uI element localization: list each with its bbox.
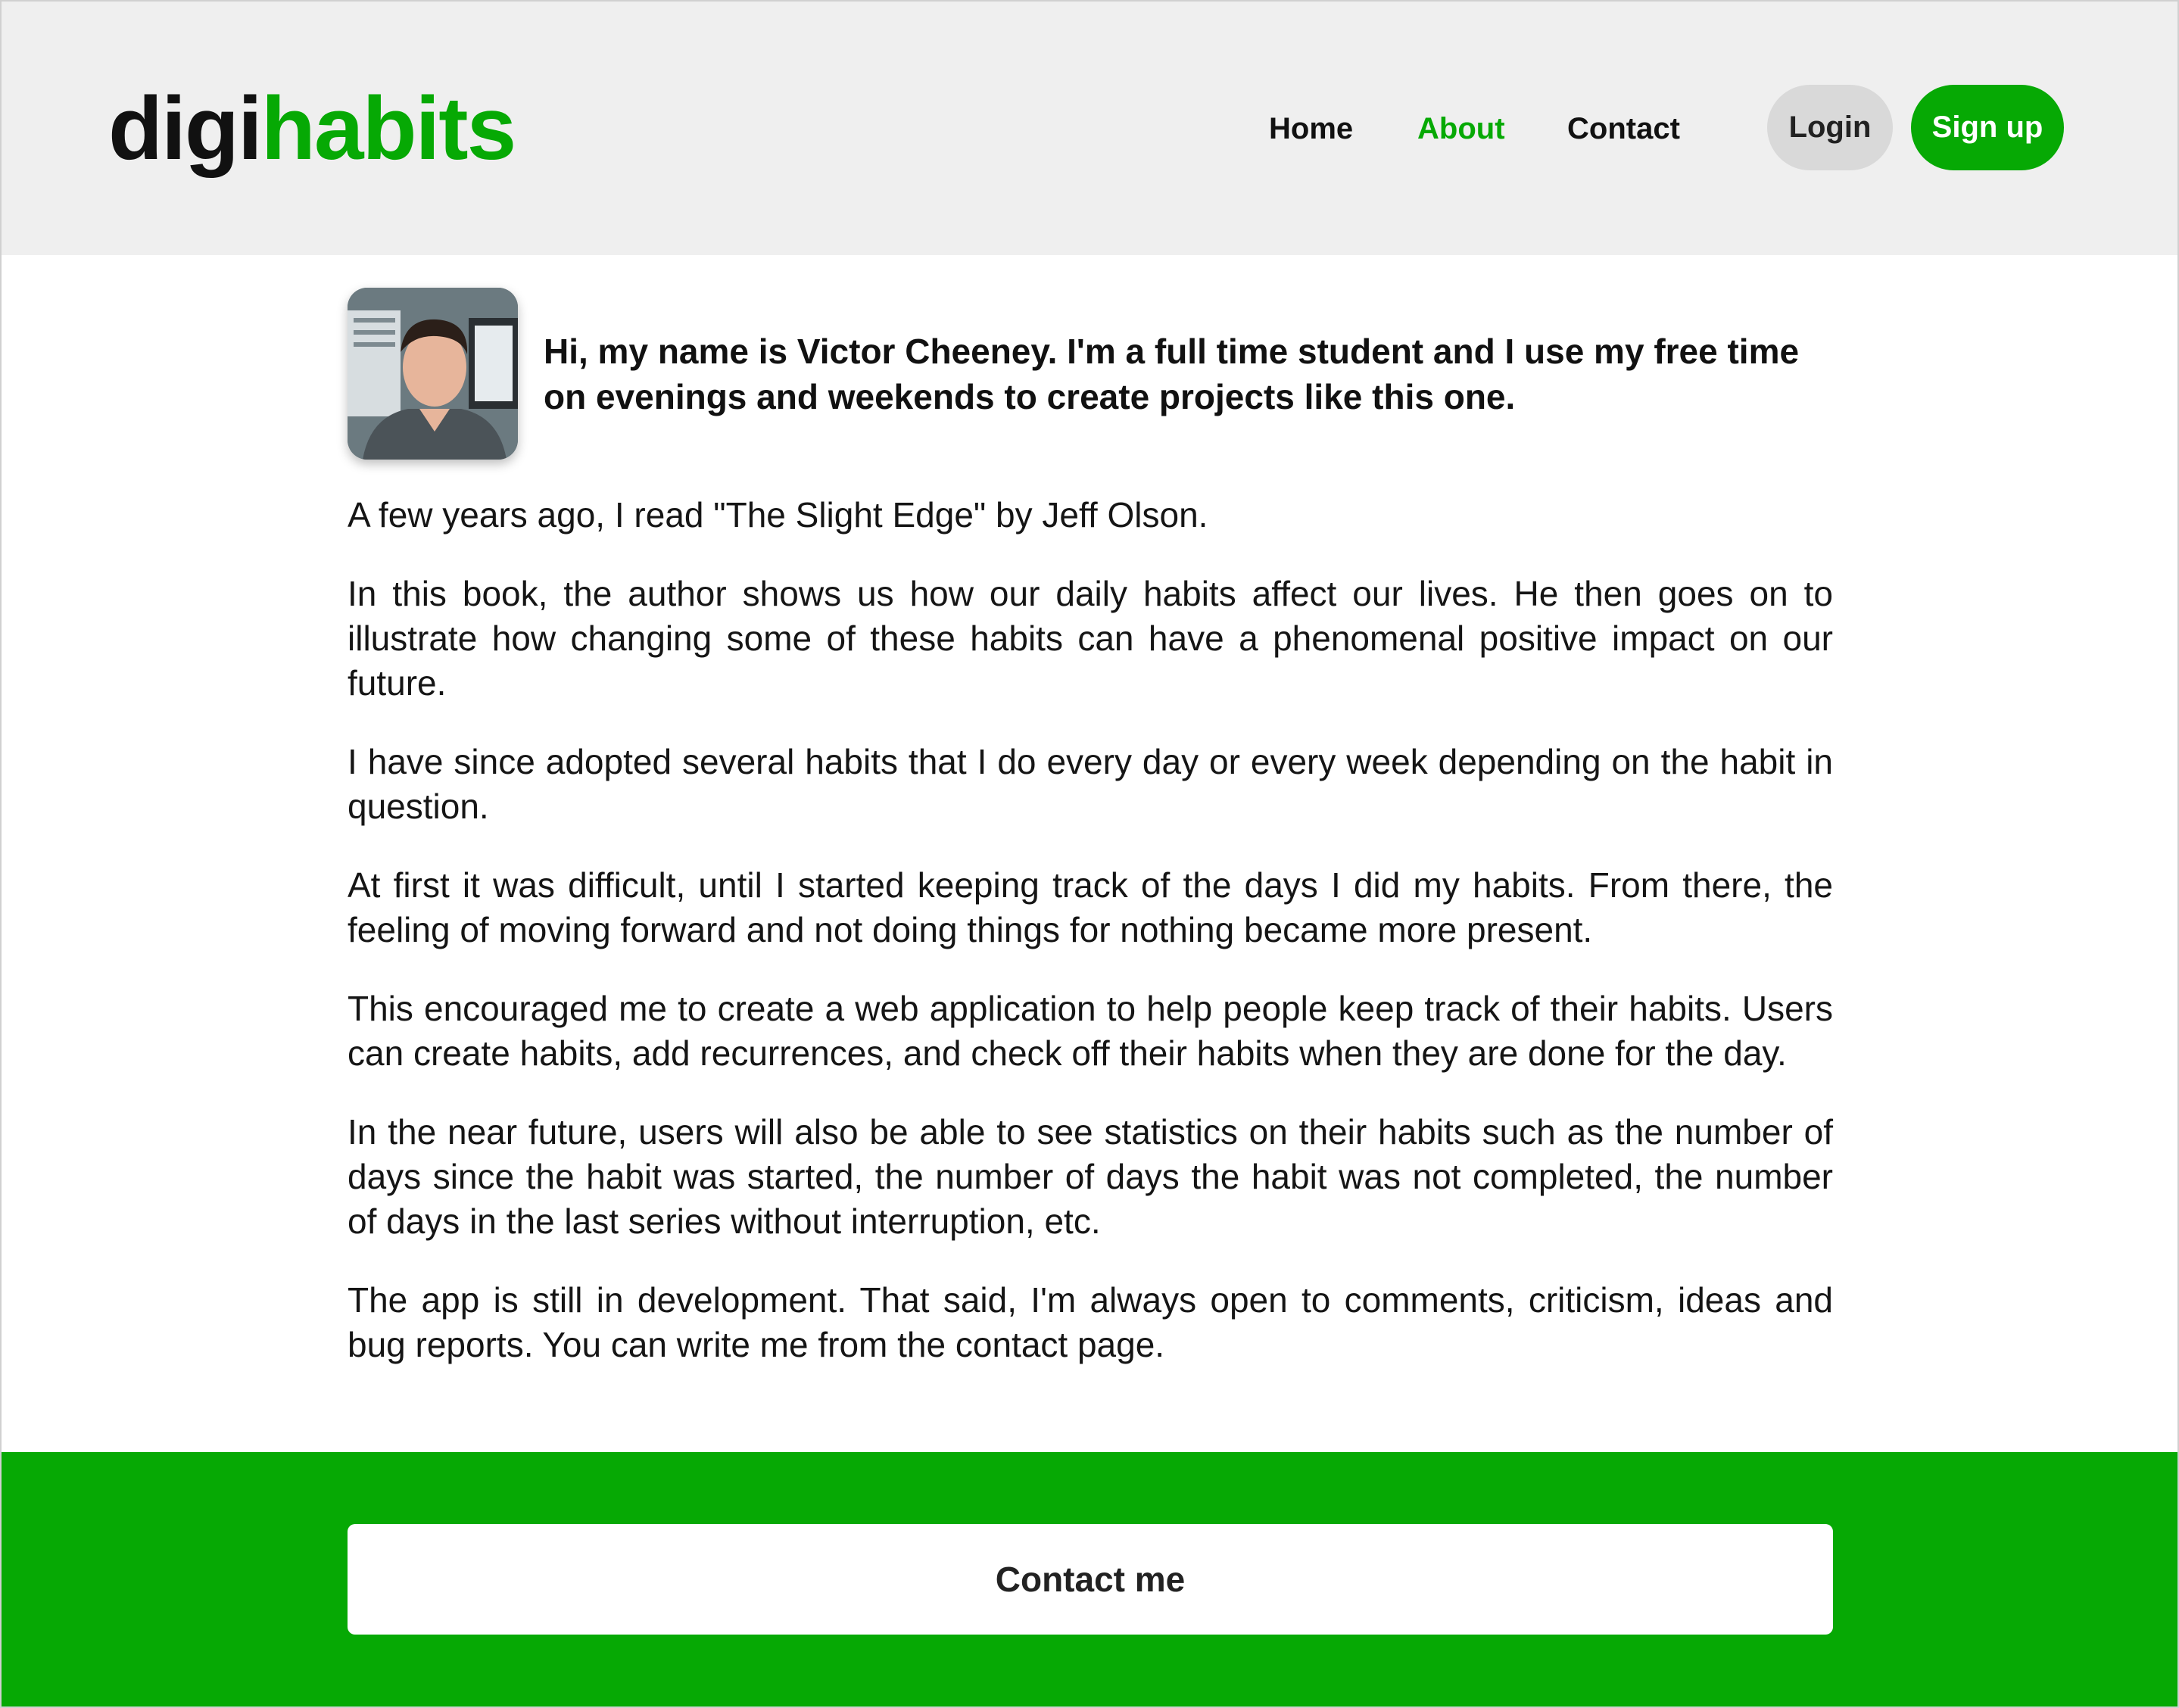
contact-me-button[interactable]: Contact me [348, 1524, 1833, 1635]
about-body: A few years ago, I read "The Slight Edge… [348, 493, 1833, 1367]
signup-button[interactable]: Sign up [1911, 85, 2064, 170]
paragraph: In this book, the author shows us how ou… [348, 574, 1833, 703]
nav-about-link[interactable]: About [1417, 98, 1505, 159]
paragraph: I have since adopted several habits that… [348, 742, 1833, 826]
login-button[interactable]: Login [1767, 85, 1893, 170]
intro-text: Hi, my name is Victor Cheeney. I'm a ful… [544, 331, 1800, 416]
intro-section: Hi, my name is Victor Cheeney. I'm a ful… [348, 288, 1833, 460]
about-content: Hi, my name is Victor Cheeney. I'm a ful… [348, 288, 1833, 1401]
nav-contact-link[interactable]: Contact [1567, 98, 1680, 159]
avatar-portrait [348, 288, 518, 460]
logo-part-digi: digi [108, 79, 263, 179]
paragraph: The app is still in development. That sa… [348, 1280, 1833, 1364]
logo[interactable]: digihabits [108, 76, 516, 182]
paragraph: A few years ago, I read "The Slight Edge… [348, 495, 1208, 535]
paragraph: In the near future, users will also be a… [348, 1112, 1833, 1241]
contact-footer: Contact me [0, 1452, 2179, 1708]
nav-home-link[interactable]: Home [1269, 98, 1353, 159]
avatar [348, 288, 518, 460]
paragraph: At first it was difficult, until I start… [348, 865, 1833, 949]
paragraph: This encouraged me to create a web appli… [348, 989, 1833, 1073]
logo-part-habits: habits [260, 79, 516, 179]
site-header: digihabits Home About Contact Login Sign… [0, 0, 2179, 255]
